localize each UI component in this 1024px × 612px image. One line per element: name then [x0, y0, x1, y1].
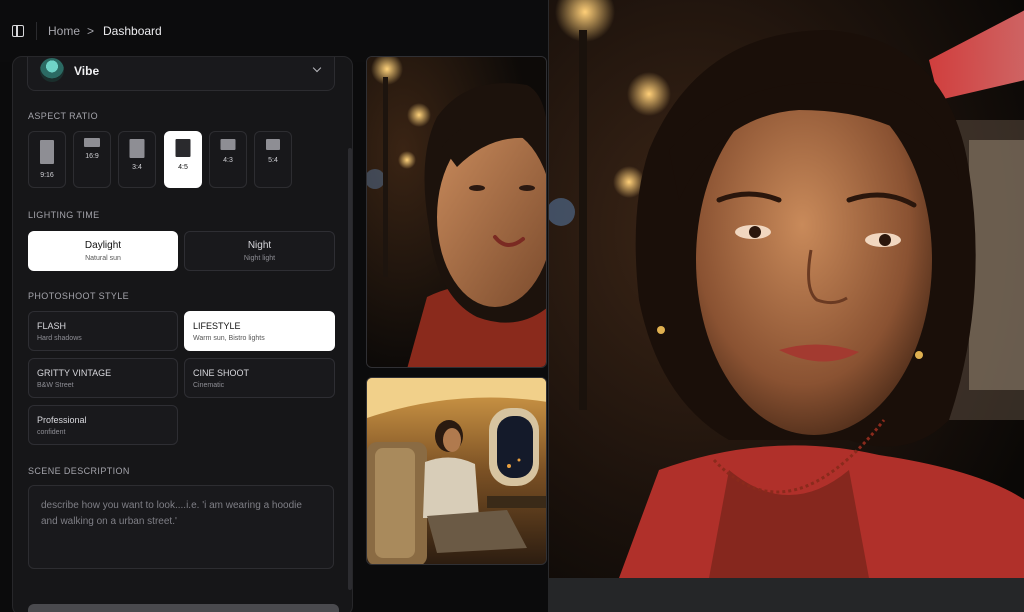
lighting-time-label: LIGHTING TIME	[28, 210, 100, 220]
style-option-cine-shoot[interactable]: CINE SHOOT Cinematic	[184, 358, 335, 398]
option-title: LIFESTYLE	[193, 321, 241, 331]
chevron-down-icon	[312, 63, 322, 73]
top-bar: Home > Dashboard	[0, 0, 548, 62]
option-subtitle: Warm sun, Bistro lights	[193, 335, 265, 342]
preview-footer	[548, 578, 1024, 612]
ratio-label: 4:5	[178, 164, 188, 171]
ratio-label: 9:16	[40, 172, 54, 179]
ratio-option-9-16[interactable]: 9:16	[28, 131, 66, 188]
lighting-option-daylight[interactable]: Daylight Natural sun	[28, 231, 178, 271]
style-option-flash[interactable]: FLASH Hard shadows	[28, 311, 178, 351]
lighting-option-night[interactable]: Night Night light	[184, 231, 335, 271]
option-title: Night	[247, 240, 272, 251]
option-subtitle: B&W Street	[37, 382, 74, 389]
portrait-thumbnail-image	[367, 57, 546, 367]
generate-button[interactable]	[28, 604, 339, 612]
ratio-option-4-5[interactable]: 4:5	[164, 131, 202, 188]
ratio-label: 16:9	[85, 153, 99, 160]
ratio-label: 4:3	[223, 157, 233, 164]
option-title: FLASH	[37, 321, 67, 331]
panel-scrollbar[interactable]	[348, 148, 352, 590]
model-name: Vibe	[74, 64, 100, 78]
main-preview-image	[548, 0, 1024, 578]
ratio-landscape-icon	[84, 138, 100, 147]
ratio-portrait-icon	[40, 140, 54, 164]
scene-description-input[interactable]: describe how you want to look....i.e. 'i…	[28, 485, 334, 569]
style-option-professional[interactable]: Professional confident	[28, 405, 178, 445]
photoshoot-style-label: PHOTOSHOOT STYLE	[28, 291, 130, 301]
option-subtitle: Cinematic	[193, 382, 225, 389]
jet-interior-thumbnail-image	[367, 378, 546, 564]
result-thumbnail[interactable]	[366, 377, 547, 565]
breadcrumb-current: Dashboard	[103, 24, 162, 38]
option-title: GRITTY VINTAGE	[37, 368, 112, 378]
ratio-portrait-icon	[175, 139, 191, 157]
sidebar-toggle-icon[interactable]	[12, 25, 24, 37]
model-select[interactable]: Vibe	[27, 57, 335, 91]
ratio-option-3-4[interactable]: 3:4	[118, 131, 156, 188]
ratio-portrait-icon	[129, 139, 145, 158]
ratio-landscape-icon	[266, 139, 280, 150]
option-title: Professional	[37, 415, 87, 425]
option-subtitle: Natural sun	[85, 255, 121, 262]
option-subtitle: Hard shadows	[37, 335, 82, 342]
model-avatar	[40, 58, 64, 82]
ratio-label: 3:4	[132, 164, 142, 171]
breadcrumb-separator: >	[87, 24, 95, 38]
settings-panel: Vibe ASPECT RATIO 9:16 16:9 3:4 4:5 4:3 …	[12, 56, 353, 612]
aspect-ratio-label: ASPECT RATIO	[28, 111, 98, 121]
ratio-option-4-3[interactable]: 4:3	[209, 131, 247, 188]
ratio-label: 5:4	[268, 157, 278, 164]
divider	[36, 22, 37, 40]
portrait-preview-image	[549, 0, 1024, 578]
option-subtitle: Night light	[243, 255, 276, 262]
ratio-option-16-9[interactable]: 16:9	[73, 131, 111, 188]
scene-description-label: SCENE DESCRIPTION	[28, 466, 130, 476]
ratio-option-5-4[interactable]: 5:4	[254, 131, 292, 188]
option-subtitle: confident	[37, 429, 66, 436]
result-thumbnail[interactable]	[366, 56, 547, 368]
ratio-landscape-icon	[220, 139, 236, 150]
option-title: CINE SHOOT	[193, 368, 250, 378]
breadcrumb-home[interactable]: Home	[48, 24, 80, 38]
style-option-gritty-vintage[interactable]: GRITTY VINTAGE B&W Street	[28, 358, 178, 398]
option-title: Daylight	[84, 240, 122, 251]
style-option-lifestyle[interactable]: LIFESTYLE Warm sun, Bistro lights	[184, 311, 335, 351]
